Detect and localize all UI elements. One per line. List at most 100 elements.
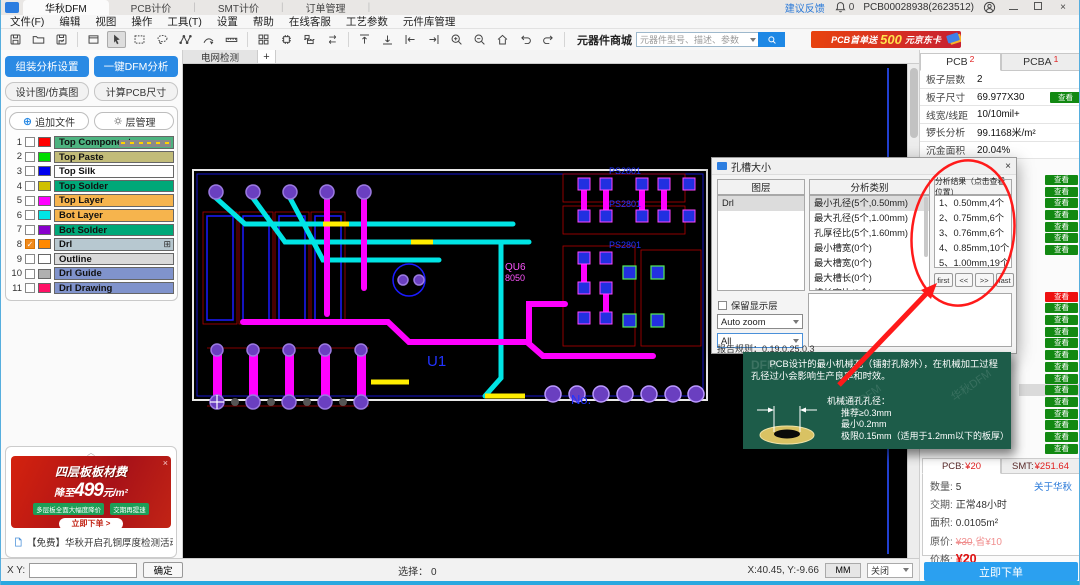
- view-button[interactable]: 查看: [1045, 175, 1078, 185]
- category-item[interactable]: 最小孔径(5个,0.50mm): [810, 196, 929, 211]
- pager-first-button[interactable]: first: [934, 273, 953, 287]
- view-button[interactable]: 查看: [1045, 362, 1078, 372]
- category-item[interactable]: 最大槽宽(0个): [810, 256, 929, 271]
- result-item[interactable]: 2、0.75mm,6个: [935, 211, 1011, 226]
- path-select-button[interactable]: [199, 31, 218, 48]
- align-right-button[interactable]: [424, 31, 443, 48]
- view-button[interactable]: 查看: [1045, 374, 1078, 384]
- layer-visibility-checkbox[interactable]: [25, 254, 35, 264]
- menu-settings[interactable]: 设置: [217, 14, 238, 29]
- view-button[interactable]: 查看: [1050, 92, 1080, 103]
- ad-order-now-button[interactable]: 立即下单 >: [59, 518, 123, 528]
- layer-row[interactable]: 9Outline: [9, 252, 174, 267]
- view-button[interactable]: 查看: [1045, 338, 1078, 348]
- layer-color-swatch[interactable]: [38, 269, 51, 279]
- undo-button[interactable]: [516, 31, 535, 48]
- redo-button[interactable]: [539, 31, 558, 48]
- fit-home-button[interactable]: [493, 31, 512, 48]
- layer-name[interactable]: Outline: [54, 253, 174, 266]
- layer-row[interactable]: 5Top Layer: [9, 193, 174, 208]
- lasso-select-button[interactable]: [153, 31, 172, 48]
- save-as-button[interactable]: [52, 31, 71, 48]
- view-button[interactable]: 查看: [1045, 327, 1078, 337]
- layer-color-swatch[interactable]: [38, 196, 51, 206]
- close-button[interactable]: ×: [1055, 2, 1071, 13]
- layer-color-swatch[interactable]: [38, 254, 51, 264]
- view-button-error[interactable]: 查看: [1045, 292, 1078, 302]
- align-objects-button[interactable]: [300, 31, 319, 48]
- layer-color-swatch[interactable]: [38, 152, 51, 162]
- layer-row[interactable]: 11Drl Drawing: [9, 281, 174, 296]
- ad-banner[interactable]: 四层板板材费 降至499元/m² 多层板全面大幅度降价 交期再提速 立即下单 >…: [11, 456, 171, 528]
- category-item[interactable]: 最大孔径(5个,1.00mm): [810, 211, 929, 226]
- tab-huaqiu-dfm[interactable]: 华秋DFM: [23, 0, 109, 15]
- place-order-button[interactable]: 立即下单: [924, 562, 1078, 581]
- pager-prev-button[interactable]: <<: [955, 273, 974, 287]
- result-item[interactable]: 1、0.50mm,4个: [935, 196, 1011, 211]
- layer-color-swatch[interactable]: [38, 210, 51, 220]
- layer-color-swatch[interactable]: [38, 166, 51, 176]
- select-tool-button[interactable]: [107, 31, 126, 48]
- layer-row-drl[interactable]: 8✓ Drl⊞: [9, 237, 174, 252]
- view-button[interactable]: 查看: [1045, 233, 1078, 243]
- category-list[interactable]: 最小孔径(5个,0.50mm) 最大孔径(5个,1.00mm) 孔厚径比(5个,…: [809, 195, 930, 291]
- layer-row[interactable]: 3Top Silk: [9, 164, 174, 179]
- layer-name[interactable]: Top Component: [54, 136, 174, 149]
- layer-manage-button[interactable]: 层管理: [94, 112, 174, 130]
- layer-visibility-checkbox[interactable]: [25, 283, 35, 293]
- list-scrollbar[interactable]: [924, 197, 928, 257]
- confirm-button[interactable]: 确定: [143, 562, 183, 578]
- layer-name[interactable]: Drl⊞: [54, 238, 174, 251]
- layer-color-swatch[interactable]: [38, 239, 51, 249]
- layer-name[interactable]: Bot Layer: [54, 209, 174, 222]
- view-button[interactable]: 查看: [1045, 222, 1078, 232]
- xy-input[interactable]: [29, 563, 137, 578]
- menu-view[interactable]: 视图: [95, 14, 116, 29]
- layer-color-swatch[interactable]: [38, 225, 51, 235]
- pager-next-button[interactable]: >>: [975, 273, 994, 287]
- layer-visibility-checkbox[interactable]: [25, 137, 35, 147]
- dialog-titlebar[interactable]: 孔槽大小 ×: [712, 158, 1016, 175]
- append-file-button[interactable]: ⊕追加文件: [9, 112, 89, 130]
- layer-expand-icon[interactable]: ⊞: [163, 239, 171, 251]
- avatar-icon[interactable]: [983, 1, 996, 14]
- zoom-out-button[interactable]: [470, 31, 489, 48]
- menu-file[interactable]: 文件(F): [10, 14, 44, 29]
- view-button[interactable]: 查看: [1045, 385, 1078, 395]
- mirror-button[interactable]: [323, 31, 342, 48]
- layer-name[interactable]: Top Paste: [54, 151, 174, 164]
- layer-visibility-checkbox[interactable]: [25, 196, 35, 206]
- layer-name[interactable]: Bot Solder: [54, 224, 174, 237]
- layer-name[interactable]: Top Layer: [54, 194, 174, 207]
- marquee-select-button[interactable]: [130, 31, 149, 48]
- ruler-button[interactable]: [222, 31, 241, 48]
- align-bottom-button[interactable]: [378, 31, 397, 48]
- keep-layer-checkbox[interactable]: [718, 301, 727, 310]
- assembly-analysis-settings-button[interactable]: 组装分析设置: [5, 56, 89, 77]
- layer-row[interactable]: 6Bot Layer: [9, 208, 174, 223]
- menu-edit[interactable]: 编辑: [59, 14, 80, 29]
- one-click-dfm-button[interactable]: 一键DFM分析: [94, 56, 178, 77]
- layer-visibility-checkbox[interactable]: [25, 152, 35, 162]
- layer-row[interactable]: 10Drl Guide: [9, 266, 174, 281]
- search-button[interactable]: [758, 32, 785, 47]
- open-button[interactable]: [29, 31, 48, 48]
- result-item[interactable]: 4、0.85mm,10个: [935, 241, 1011, 256]
- result-item[interactable]: 5、1.00mm,19个: [935, 256, 1011, 268]
- view-button[interactable]: 查看: [1045, 409, 1078, 419]
- ad-close-icon[interactable]: ×: [163, 458, 168, 468]
- layer-list-item[interactable]: Drl: [718, 196, 804, 211]
- layer-name[interactable]: Top Solder: [54, 180, 174, 193]
- align-left-button[interactable]: [401, 31, 420, 48]
- layer-color-swatch[interactable]: [38, 283, 51, 293]
- calc-pcb-size-button[interactable]: 计算PCB尺寸: [94, 82, 178, 101]
- layer-row[interactable]: 4Top Solder: [9, 179, 174, 194]
- tab-pcb-pricing[interactable]: PCB计价: [109, 0, 194, 15]
- save-button[interactable]: [6, 31, 25, 48]
- measure-tool-button[interactable]: [176, 31, 195, 48]
- view-button[interactable]: 查看: [1045, 245, 1078, 255]
- search-dropdown-caret-icon[interactable]: [750, 38, 756, 42]
- notification-bell[interactable]: 0: [834, 1, 855, 14]
- menu-component-library[interactable]: 元件库管理: [403, 14, 456, 29]
- view-button[interactable]: 查看: [1045, 303, 1078, 313]
